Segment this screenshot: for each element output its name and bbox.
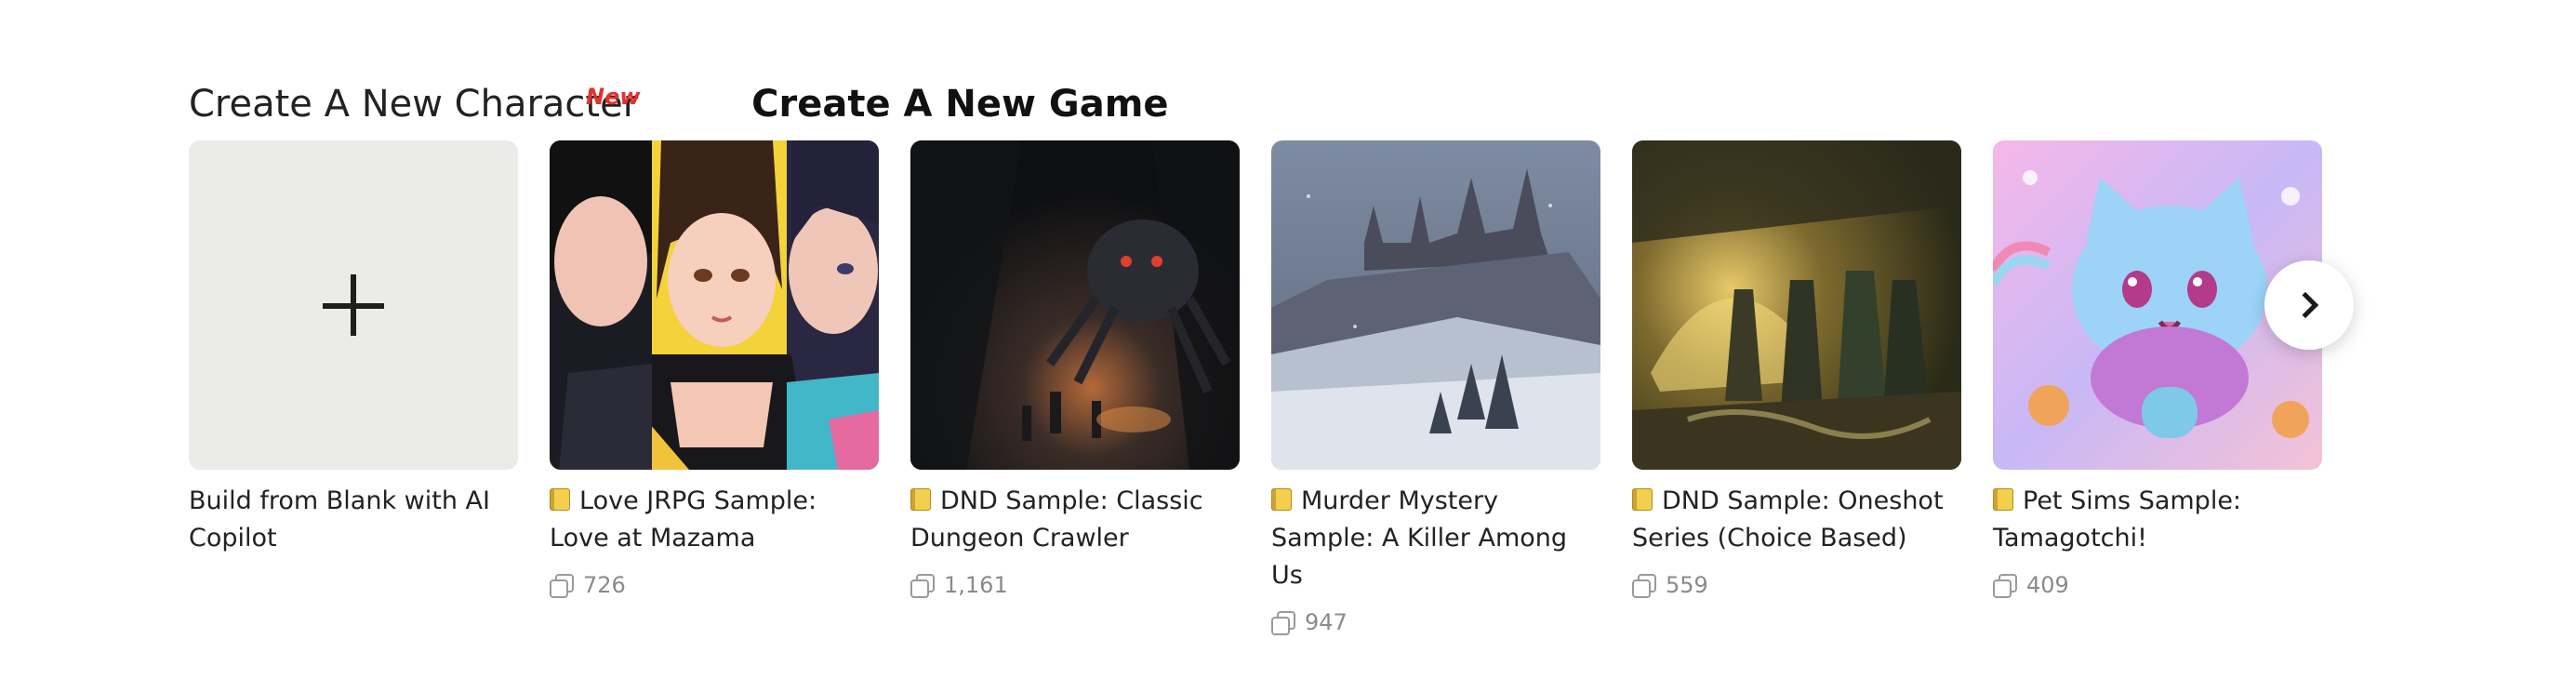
create-tabs: Create A New Character New Create A New … <box>189 73 1169 128</box>
folder-icon <box>550 488 570 511</box>
new-badge: New <box>586 84 641 110</box>
card-title: Build from Blank with AI Copilot <box>189 486 490 553</box>
folder-icon <box>1993 488 2013 511</box>
plus-icon <box>323 274 384 336</box>
folder-icon <box>910 488 931 511</box>
copy-icon <box>550 574 574 598</box>
copy-icon <box>1993 574 2017 598</box>
card-pet-sims[interactable]: Pet Sims Sample: Tamagotchi! 409 <box>1993 140 2322 635</box>
copy-icon <box>1632 574 1656 598</box>
copy-icon <box>1271 611 1295 635</box>
template-card-row: Build from Blank with AI Copilot Love JR… <box>189 140 2322 635</box>
card-title-text: DND Sample: Classic Dungeon Crawler <box>910 486 1203 553</box>
card-dnd-dungeon-crawler[interactable]: DND Sample: Classic Dungeon Crawler 1,16… <box>910 140 1240 635</box>
copy-count: 559 <box>1632 572 1961 598</box>
battle-scene-image <box>1632 140 1961 470</box>
tab-create-character[interactable]: Create A New Character New <box>189 80 641 128</box>
folder-icon <box>1632 488 1653 511</box>
blank-thumbnail[interactable] <box>189 140 518 470</box>
card-title: Love JRPG Sample: Love at Mazama <box>550 483 879 557</box>
card-thumbnail[interactable] <box>1632 140 1961 470</box>
card-title: Pet Sims Sample: Tamagotchi! <box>1993 483 2322 557</box>
next-carousel-button[interactable] <box>2264 260 2354 350</box>
copy-count-value: 409 <box>2026 572 2069 598</box>
card-love-jrpg[interactable]: Love JRPG Sample: Love at Mazama 726 <box>550 140 879 635</box>
card-build-from-blank[interactable]: Build from Blank with AI Copilot <box>189 140 518 635</box>
card-title-text: Pet Sims Sample: Tamagotchi! <box>1993 486 2242 553</box>
card-thumbnail[interactable] <box>550 140 879 470</box>
copy-count-value: 726 <box>583 572 626 598</box>
card-thumbnail[interactable] <box>910 140 1240 470</box>
copy-count: 409 <box>1993 572 2322 598</box>
card-thumbnail[interactable] <box>1271 140 1600 470</box>
card-title-text: DND Sample: Oneshot Series (Choice Based… <box>1632 486 1944 553</box>
anime-girls-image <box>550 140 879 470</box>
copy-count-value: 1,161 <box>944 572 1008 598</box>
card-title: DND Sample: Oneshot Series (Choice Based… <box>1632 483 1961 557</box>
card-title-text: Love JRPG Sample: Love at Mazama <box>550 486 817 553</box>
tab-create-game[interactable]: Create A New Game <box>751 80 1168 128</box>
copy-count: 1,161 <box>910 572 1240 598</box>
copy-count-value: 559 <box>1666 572 1708 598</box>
card-title: DND Sample: Classic Dungeon Crawler <box>910 483 1240 557</box>
card-title: Murder Mystery Sample: A Killer Among Us <box>1271 483 1600 594</box>
card-title-text: Murder Mystery Sample: A Killer Among Us <box>1271 486 1568 590</box>
tab-create-character-label: Create A New Character <box>189 83 639 126</box>
copy-count-value: 947 <box>1305 609 1348 635</box>
card-dnd-oneshot[interactable]: DND Sample: Oneshot Series (Choice Based… <box>1632 140 1961 635</box>
folder-icon <box>1271 488 1292 511</box>
copy-count: 726 <box>550 572 879 598</box>
chevron-right-icon <box>2291 291 2319 319</box>
card-murder-mystery[interactable]: Murder Mystery Sample: A Killer Among Us… <box>1271 140 1600 635</box>
copy-icon <box>910 574 935 598</box>
dark-dungeon-image <box>910 140 1240 470</box>
copy-count: 947 <box>1271 609 1600 635</box>
snowy-castle-image <box>1271 140 1600 470</box>
